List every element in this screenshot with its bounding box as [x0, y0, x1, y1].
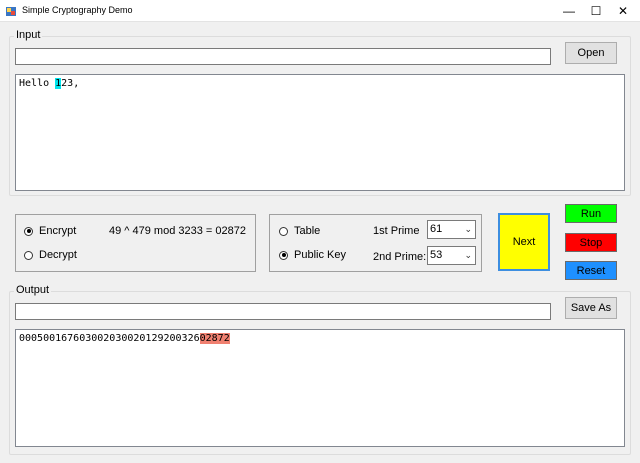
- encrypt-radio-circle: [24, 226, 33, 236]
- prime1-value: 61: [430, 223, 443, 235]
- input-text-after: 23,: [61, 78, 80, 89]
- minimize-icon: —: [563, 4, 575, 18]
- mode-panel: [15, 214, 256, 272]
- output-text-main: 000500167603002030020129200326: [19, 333, 200, 344]
- next-button[interactable]: Next: [498, 213, 550, 271]
- app-icon: [6, 7, 16, 16]
- maximize-icon: ☐: [590, 4, 602, 18]
- public-key-radio-circle: [279, 250, 288, 260]
- chevron-down-icon: ⌄: [464, 250, 472, 260]
- title-bar: Simple Cryptography Demo — ☐ ✕: [0, 0, 640, 22]
- table-radio[interactable]: Table: [279, 225, 320, 237]
- output-text-area[interactable]: 00050016760300203002012920032602872: [15, 329, 625, 447]
- decrypt-radio-label: Decrypt: [39, 249, 77, 261]
- decrypt-radio[interactable]: Decrypt: [24, 249, 77, 261]
- public-key-radio[interactable]: Public Key: [279, 249, 346, 261]
- prime1-select[interactable]: 61 ⌄: [427, 220, 476, 239]
- output-file-path-field[interactable]: [15, 303, 551, 320]
- encrypt-radio[interactable]: Encrypt: [24, 225, 76, 237]
- prime2-value: 53: [430, 249, 443, 261]
- window-title: Simple Cryptography Demo: [22, 5, 133, 15]
- close-icon: ✕: [617, 4, 629, 18]
- close-button[interactable]: ✕: [606, 0, 640, 22]
- prime1-label: 1st Prime: [373, 225, 420, 237]
- output-group-label: Output: [14, 284, 52, 296]
- formula-text: 49 ^ 479 mod 3233 = 02872: [109, 225, 246, 237]
- decrypt-radio-circle: [24, 250, 33, 260]
- output-text-highlight: 02872: [199, 333, 230, 344]
- open-button[interactable]: Open: [565, 42, 617, 64]
- prime2-select[interactable]: 53 ⌄: [427, 246, 476, 265]
- input-file-path-field[interactable]: [15, 48, 551, 65]
- reset-button[interactable]: Reset: [565, 261, 617, 280]
- table-radio-circle: [279, 226, 288, 236]
- table-radio-label: Table: [294, 225, 321, 237]
- input-group-label: Input: [14, 29, 43, 41]
- stop-button[interactable]: Stop: [565, 233, 617, 252]
- encrypt-radio-label: Encrypt: [39, 225, 77, 237]
- input-text-area[interactable]: Hello 123,: [15, 74, 625, 191]
- save-as-button[interactable]: Save As: [565, 297, 617, 319]
- prime2-label: 2nd Prime:: [373, 251, 427, 263]
- run-button[interactable]: Run: [565, 204, 617, 223]
- public-key-radio-label: Public Key: [294, 249, 346, 261]
- input-text-before: Hello: [19, 78, 56, 89]
- chevron-down-icon: ⌄: [464, 224, 472, 234]
